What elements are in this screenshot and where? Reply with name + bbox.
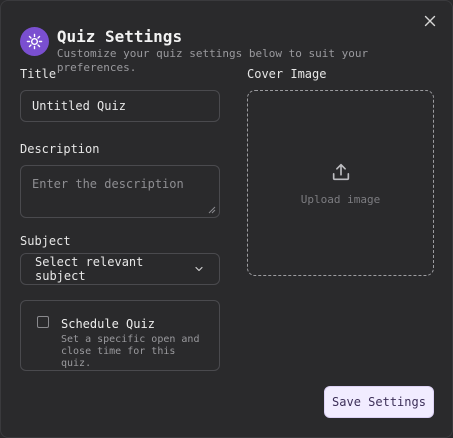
dialog-title: Quiz Settings [56,27,183,46]
quiz-settings-dialog: Quiz Settings Customize your quiz settin… [0,0,453,438]
upload-icon [330,161,352,183]
schedule-quiz-title: Schedule Quiz [61,317,155,331]
subject-label: Subject [20,234,71,248]
save-settings-button[interactable]: Save Settings [324,386,434,418]
schedule-quiz-checkbox[interactable] [37,316,49,328]
cover-image-dropzone[interactable]: Upload image [247,90,434,276]
upload-image-text: Upload image [300,192,381,206]
title-input-value: Untitled Quiz [32,99,126,113]
description-label: Description [20,142,100,156]
resize-handle-icon[interactable] [208,206,216,214]
chevron-down-icon [193,263,205,275]
description-placeholder: Enter the description [32,177,184,191]
gear-sparkle-icon [20,27,49,56]
description-textarea[interactable]: Enter the description [20,165,220,218]
subject-select[interactable]: Select relevant subject [20,253,220,285]
subject-select-value: Select relevant subject [35,255,144,283]
schedule-quiz-description: Set a specific open and close time for t… [61,334,200,369]
cover-image-label: Cover Image [247,67,327,81]
dialog-header: Quiz Settings Customize your quiz settin… [20,27,452,75]
title-label: Title [20,67,57,81]
title-input[interactable]: Untitled Quiz [20,90,220,122]
schedule-quiz-card: Schedule Quiz Set a specific open and cl… [20,300,220,371]
